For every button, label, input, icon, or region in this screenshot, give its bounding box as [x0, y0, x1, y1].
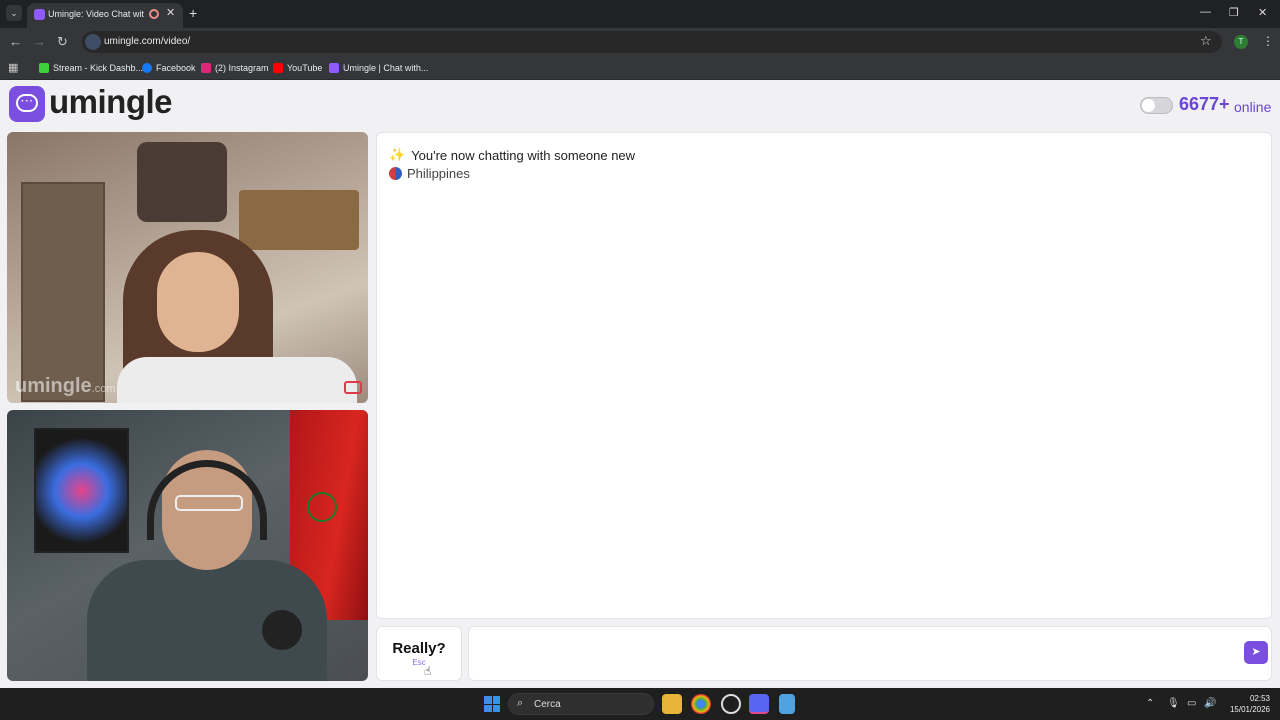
- online-count: 6677+: [1179, 94, 1230, 114]
- windows-taskbar: ⌕ Cerca ⌃ 🎙 ▭ 🔊 02:53 15/01/2026: [0, 688, 1280, 720]
- bookmark-label: Umingle | Chat with...: [343, 63, 429, 73]
- bookmark-youtube[interactable]: YouTube: [273, 60, 322, 76]
- clock-time: 02:53: [1249, 694, 1270, 703]
- close-window-button[interactable]: ✕: [1258, 6, 1267, 19]
- bookmark-instagram[interactable]: (2) Instagram: [201, 60, 269, 76]
- microphone-icon[interactable]: 🎙: [1167, 698, 1180, 709]
- flag-emblem: [307, 492, 337, 522]
- microphone: [262, 610, 302, 650]
- online-label: online: [1234, 99, 1272, 115]
- chat-status-line: ✨ You're now chatting with someone new: [389, 147, 635, 163]
- message-input[interactable]: [468, 626, 1272, 681]
- browser-toolbar: ← → ↻ umingle.com/video/: [0, 28, 1280, 56]
- forward-button[interactable]: →: [33, 34, 46, 49]
- youtube-icon: [273, 63, 283, 73]
- site-logo-text[interactable]: umingle: [49, 83, 173, 121]
- partner-face: [157, 252, 239, 352]
- system-clock[interactable]: 02:53 15/01/2026: [1224, 693, 1270, 715]
- toggle-knob: [1142, 99, 1155, 112]
- report-flag-icon[interactable]: [344, 381, 362, 394]
- restore-window-button[interactable]: ❐: [1229, 6, 1239, 19]
- bookmark-label: YouTube: [287, 63, 323, 73]
- network-icon[interactable]: ▭: [1187, 698, 1196, 709]
- umingle-logo-icon[interactable]: ···: [9, 86, 45, 122]
- background-poster: [34, 428, 129, 553]
- partner-country-line: Philippines: [389, 166, 470, 181]
- facebook-icon: [142, 63, 152, 73]
- mouse-cursor-icon: ☝: [424, 664, 432, 678]
- send-icon: ➤: [1251, 646, 1261, 658]
- bookmark-label: Stream - Kick Dashb...: [53, 63, 144, 73]
- send-message-button[interactable]: ➤: [1244, 641, 1268, 664]
- bookmark-star-icon[interactable]: ☆: [1200, 33, 1212, 49]
- address-bar[interactable]: umingle.com/video/: [82, 31, 1222, 53]
- background-item: [137, 142, 227, 222]
- apps-grid-icon[interactable]: ▦: [8, 61, 18, 74]
- clock-date: 15/01/2026: [1229, 705, 1270, 714]
- bookmarks-bar: ▦ Stream - Kick Dashb... Facebook (2) In…: [0, 56, 1280, 80]
- taskbar-search-label: Cerca: [534, 699, 561, 710]
- chat-panel: ✨ You're now chatting with someone new P…: [376, 132, 1272, 619]
- bookmark-label: (2) Instagram: [215, 63, 269, 73]
- sparkle-icon: ✨: [389, 147, 406, 162]
- skip-button-label: Really?: [392, 640, 446, 657]
- umingle-favicon-icon: [34, 9, 45, 20]
- skip-button[interactable]: Really? Esc: [376, 626, 462, 681]
- partner-body: [117, 357, 357, 403]
- recording-indicator-icon: [149, 9, 159, 19]
- glasses: [175, 495, 243, 511]
- partner-video: umingle.com: [7, 132, 368, 403]
- tab-search-button[interactable]: ⌄: [6, 5, 22, 21]
- partner-country: Philippines: [407, 166, 470, 181]
- philippines-flag-icon: [389, 167, 402, 180]
- obs-icon[interactable]: [721, 694, 741, 714]
- file-explorer-icon[interactable]: [662, 694, 682, 714]
- tab-title: Umingle: Video Chat with S: [48, 9, 144, 19]
- tab-close-icon[interactable]: ✕: [166, 6, 175, 19]
- tray-overflow-icon[interactable]: ⌃: [1146, 698, 1154, 709]
- discord-icon[interactable]: [749, 694, 769, 714]
- url-text: umingle.com/video/: [104, 36, 191, 47]
- background-basket: [239, 190, 359, 250]
- bookmark-kick[interactable]: Stream - Kick Dashb...: [39, 60, 143, 76]
- search-icon: ⌕: [517, 697, 524, 709]
- instagram-icon: [201, 63, 211, 73]
- background-door: [21, 182, 105, 402]
- chat-status-text: You're now chatting with someone new: [411, 147, 636, 163]
- bookmark-facebook[interactable]: Facebook: [142, 60, 196, 76]
- bookmark-umingle[interactable]: Umingle | Chat with...: [329, 60, 428, 76]
- video-watermark: umingle.com: [15, 375, 116, 397]
- kick-icon: [39, 63, 49, 73]
- browser-menu-icon[interactable]: ⋮: [1262, 34, 1274, 48]
- site-info-icon[interactable]: [85, 34, 101, 50]
- self-video: [7, 410, 368, 681]
- windows-start-icon[interactable]: [484, 696, 500, 712]
- back-button[interactable]: ←: [9, 34, 22, 49]
- new-tab-button[interactable]: +: [189, 5, 197, 21]
- theme-toggle[interactable]: [1140, 97, 1173, 114]
- profile-avatar[interactable]: T: [1234, 35, 1248, 49]
- umingle-page: ··· umingle 6677+ online umingle.com ✨ Y…: [0, 80, 1280, 688]
- taskbar-search[interactable]: ⌕ Cerca: [508, 693, 654, 715]
- bookmark-label: Facebook: [156, 63, 196, 73]
- notepad-icon[interactable]: [779, 694, 795, 714]
- chrome-icon[interactable]: [691, 694, 711, 714]
- volume-icon[interactable]: 🔊: [1204, 698, 1216, 709]
- browser-tab-active[interactable]: Umingle: Video Chat with S ✕: [27, 3, 183, 28]
- reload-button[interactable]: ↻: [57, 34, 68, 50]
- browser-titlebar: ⌄ Umingle: Video Chat with S ✕ + — ❐ ✕: [0, 0, 1280, 28]
- umingle-icon: [329, 63, 339, 73]
- minimize-window-button[interactable]: —: [1200, 6, 1211, 18]
- skip-shortcut-hint: Esc: [412, 658, 426, 667]
